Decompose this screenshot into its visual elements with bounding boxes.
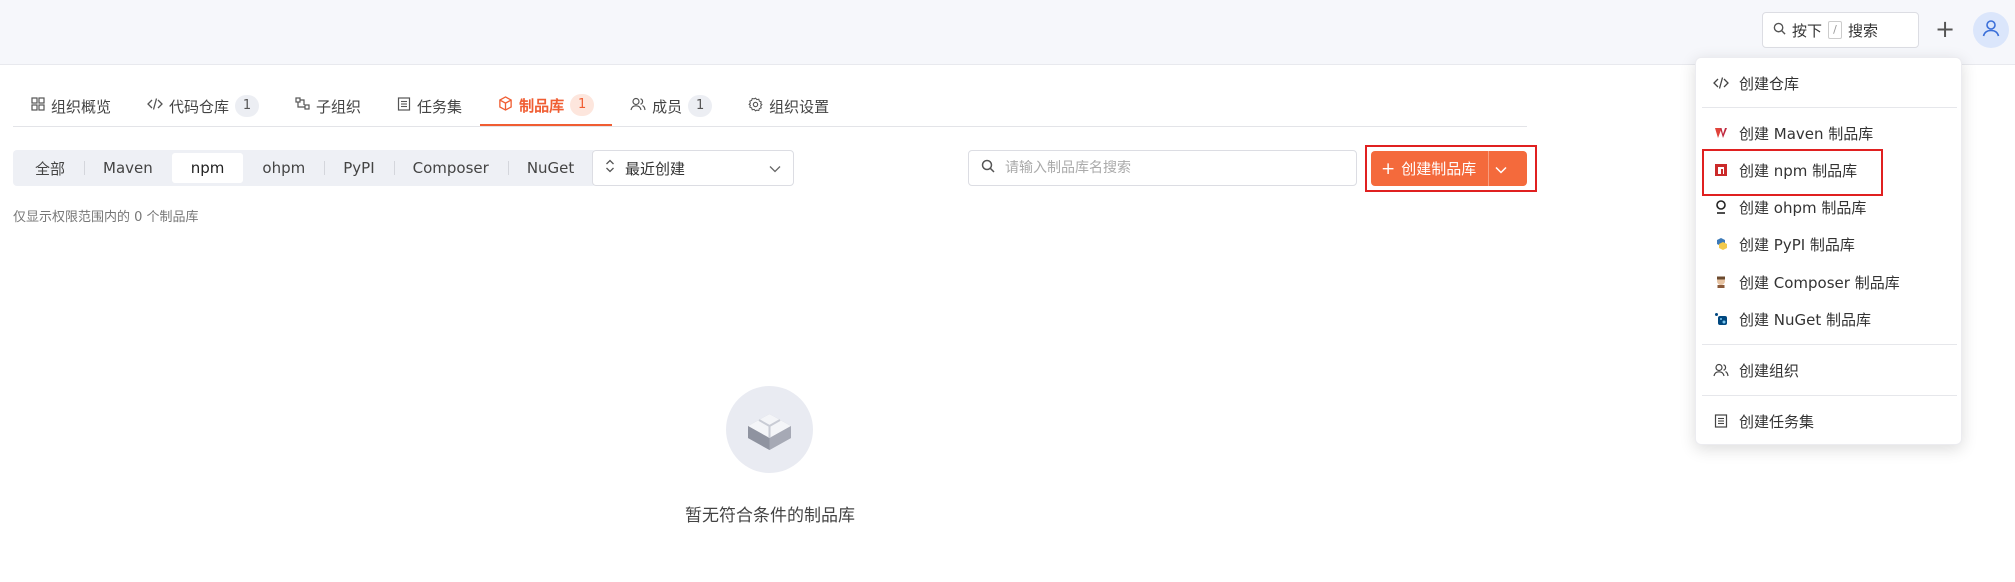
menu-label: 创建 PyPI 制品库 [1739,235,1855,254]
search-suffix: 搜索 [1848,21,1879,40]
create-menu: 创建仓库 创建 Maven 制品库 创建 npm 制品库 创建 ohpm 制品库… [1695,57,1962,445]
cube-icon [498,95,513,115]
tab-label: 组织概览 [51,97,112,116]
menu-label: 创建 Composer 制品库 [1739,273,1900,292]
permission-hint: 仅显示权限范围内的 0 个制品库 [13,210,199,225]
menu-divider [1702,344,1957,345]
tab-members[interactable]: 成员 1 [612,86,730,126]
tab-label: 制品库 [519,96,565,115]
top-bar: 按下 / 搜索 + [0,0,2015,65]
search-prefix: 按下 [1792,21,1823,40]
create-artifact-button[interactable]: + 创建制品库 [1371,151,1527,186]
gear-icon [748,96,763,116]
menu-create-ohpm[interactable]: 创建 ohpm 制品库 [1708,191,1951,223]
tab-artifacts[interactable]: 制品库 1 [480,86,613,126]
tab-org-settings[interactable]: 组织设置 [730,86,847,126]
search-input[interactable] [1005,160,1335,176]
empty-illustration [726,386,813,473]
tab-label: 子组织 [316,97,362,116]
shortcut-key: / [1828,21,1843,39]
create-button-highlight: + 创建制品库 [1365,145,1537,192]
tab-label: 成员 [652,97,683,116]
tab-label: 代码仓库 [169,97,230,116]
menu-label: 创建 NuGet 制品库 [1739,310,1871,329]
add-icon[interactable]: + [1932,14,1958,46]
nuget-icon [1713,311,1729,327]
global-search-button[interactable]: 按下 / 搜索 [1762,12,1919,48]
members-icon [630,97,646,115]
button-divider [1488,151,1490,186]
plus-icon: + [1381,158,1396,179]
artifact-type-filter: 全部 Maven npm ohpm PyPI Composer NuGet [13,150,597,186]
code-icon [147,97,163,115]
filter-pypi[interactable]: PyPI [324,153,393,183]
members-icon [1713,362,1729,378]
code-icon [1713,75,1729,91]
menu-create-taskset[interactable]: 创建任务集 [1708,405,1951,437]
list-icon [397,97,411,115]
npm-highlight [1702,149,1883,196]
menu-label: 创建任务集 [1739,412,1815,431]
menu-label: 创建 Maven 制品库 [1739,124,1874,143]
tab-sub-orgs[interactable]: 子组织 [277,86,379,126]
tab-count-badge: 1 [570,94,595,116]
list-icon [1713,413,1729,429]
pypi-icon [1713,236,1729,252]
filter-nuget[interactable]: NuGet [507,153,593,183]
chevron-down-icon [769,159,781,177]
maven-icon [1713,125,1729,141]
empty-message: 暂无符合条件的制品库 [685,506,855,526]
filter-npm[interactable]: npm [171,153,244,183]
create-button-label: 创建制品库 [1401,160,1477,178]
menu-create-composer[interactable]: 创建 Composer 制品库 [1708,266,1951,298]
menu-divider [1702,107,1957,108]
menu-create-repo[interactable]: 创建仓库 [1708,67,1951,99]
org-tabs: 组织概览 代码仓库 1 子组织 任务集 制品库 1 成员 1 组织设置 [13,86,1527,127]
menu-label: 创建仓库 [1739,74,1800,93]
search-icon [1773,21,1786,39]
search-icon [981,159,995,177]
tab-code-repos[interactable]: 代码仓库 1 [129,86,277,126]
filter-all[interactable]: 全部 [16,153,84,183]
tab-count-badge: 1 [235,95,260,117]
chevron-down-icon[interactable] [1495,160,1507,178]
grid-icon [31,97,45,115]
tab-label: 组织设置 [769,97,830,116]
composer-icon [1713,274,1729,290]
tab-overview[interactable]: 组织概览 [13,86,129,126]
user-icon [1981,18,2001,42]
filter-composer[interactable]: Composer [393,153,508,183]
menu-divider [1702,395,1957,396]
menu-create-org[interactable]: 创建组织 [1708,354,1951,386]
suborg-icon [295,97,310,115]
tab-count-badge: 1 [688,95,713,117]
sort-select[interactable]: 最近创建 [592,150,794,186]
menu-create-maven[interactable]: 创建 Maven 制品库 [1708,117,1951,149]
avatar[interactable] [1973,12,2009,48]
sort-value: 最近创建 [625,159,686,178]
ohpm-icon [1713,199,1729,215]
filter-ohpm[interactable]: ohpm [243,153,324,183]
tab-task-sets[interactable]: 任务集 [379,86,480,126]
menu-create-nuget[interactable]: 创建 NuGet 制品库 [1708,303,1951,335]
sort-icon [605,159,615,177]
artifact-search [968,150,1357,186]
tab-label: 任务集 [417,97,463,116]
filter-maven[interactable]: Maven [84,153,172,183]
menu-create-pypi[interactable]: 创建 PyPI 制品库 [1708,228,1951,260]
menu-label: 创建组织 [1739,361,1800,380]
menu-label: 创建 ohpm 制品库 [1739,198,1867,217]
